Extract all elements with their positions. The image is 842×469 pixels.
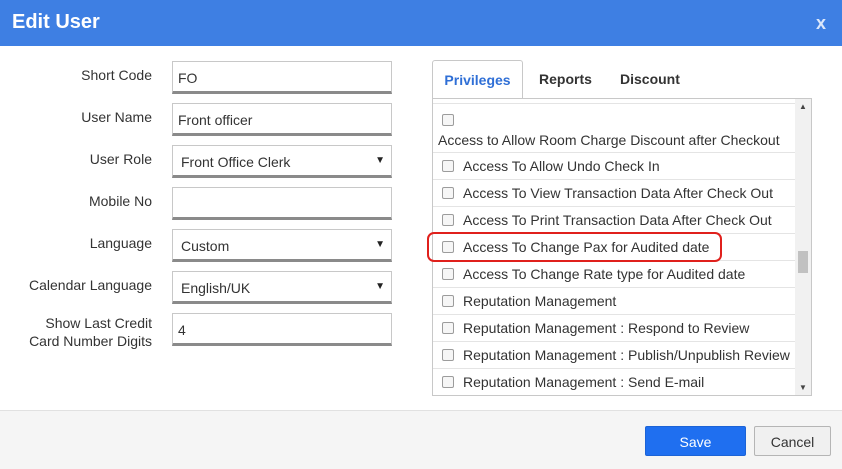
list-item[interactable]: Access To Allow Undo Check In [433,153,795,180]
tab-discount[interactable]: Discount [620,60,680,99]
list-item[interactable]: Access To Print Transaction Data After C… [433,207,795,234]
tab-privileges[interactable]: Privileges [432,60,523,99]
list-item[interactable]: Reputation Management [433,288,795,315]
list-item[interactable]: Reputation Management : Respond to Revie… [433,315,795,342]
scroll-down-icon[interactable]: ▼ [799,383,807,392]
scrollbar-thumb[interactable] [798,251,808,273]
language-select[interactable]: Custom ▼ [172,229,392,262]
dialog-titlebar: Edit User x [0,0,842,46]
language-value: Custom [181,238,230,254]
short-code-input[interactable]: FO [172,61,392,94]
privilege-label: Reputation Management [463,293,617,309]
privilege-label: Access To Print Transaction Data After C… [463,212,772,228]
calendar-language-label: Calendar Language [29,277,152,293]
language-label: Language [89,235,152,251]
checkbox[interactable] [442,114,454,126]
privilege-label: Reputation Management : Respond to Revie… [463,320,750,336]
checkbox[interactable] [442,349,454,361]
cancel-button[interactable]: Cancel [754,426,831,456]
user-name-label: User Name [81,109,152,125]
user-role-label: User Role [89,151,152,167]
calendar-language-value: English/UK [181,280,251,296]
list-item[interactable]: Reputation Management : Publish/Unpublis… [433,342,795,369]
card-digits-value: 4 [178,322,186,338]
card-digits-label-line2: Card Number Digits [29,333,152,349]
chevron-down-icon: ▼ [375,281,385,292]
list-item[interactable]: Access To Change Rate type for Audited d… [433,261,795,288]
close-icon[interactable]: x [816,13,826,34]
dialog-title: Edit User [12,11,100,33]
privilege-label: Reputation Management : Send E-mail [463,374,705,390]
privilege-label: Reputation Management : Publish/Unpublis… [463,347,790,363]
user-role-select[interactable]: Front Office Clerk ▼ [172,145,392,178]
short-code-label: Short Code [81,67,152,83]
list-item[interactable]: Access To View Transaction Data After Ch… [433,180,795,207]
mobile-no-input[interactable] [172,187,392,220]
card-digits-label: Show Last Credit Card Number Digits [10,314,152,350]
checkbox[interactable] [442,268,454,280]
user-role-value: Front Office Clerk [181,154,291,170]
user-name-input[interactable]: Front officer [172,103,392,136]
list-scrollbar[interactable]: ▲ ▼ [795,99,811,395]
save-button[interactable]: Save [645,426,746,456]
card-digits-label-line1: Show Last Credit [45,315,152,331]
card-digits-input[interactable]: 4 [172,313,392,346]
privilege-label: Access to Allow Room Charge Discount aft… [438,132,780,148]
privilege-label: Access To Change Rate type for Audited d… [463,266,746,282]
checkbox[interactable] [442,214,454,226]
privilege-label: Access To Allow Undo Check In [463,158,660,174]
checkbox[interactable] [442,376,454,388]
privilege-label: Access To View Transaction Data After Ch… [463,185,773,201]
checkbox[interactable] [442,295,454,307]
calendar-language-select[interactable]: English/UK ▼ [172,271,392,304]
highlight-annotation [427,232,722,262]
list-item[interactable]: Access to Allow Room Charge Discount aft… [433,104,795,153]
user-name-value: Front officer [178,112,253,128]
dialog-footer: Save Cancel [0,410,842,469]
tab-reports[interactable]: Reports [539,60,592,99]
chevron-down-icon: ▼ [375,239,385,250]
checkbox[interactable] [442,322,454,334]
checkbox[interactable] [442,160,454,172]
short-code-value: FO [178,70,198,86]
scroll-up-icon[interactable]: ▲ [799,102,807,111]
mobile-no-label: Mobile No [88,193,152,209]
privileges-tabs: Privileges Reports Discount [432,60,812,99]
checkbox[interactable] [442,187,454,199]
list-item[interactable]: Reputation Management : Send E-mail [433,369,795,395]
chevron-down-icon: ▼ [375,155,385,166]
